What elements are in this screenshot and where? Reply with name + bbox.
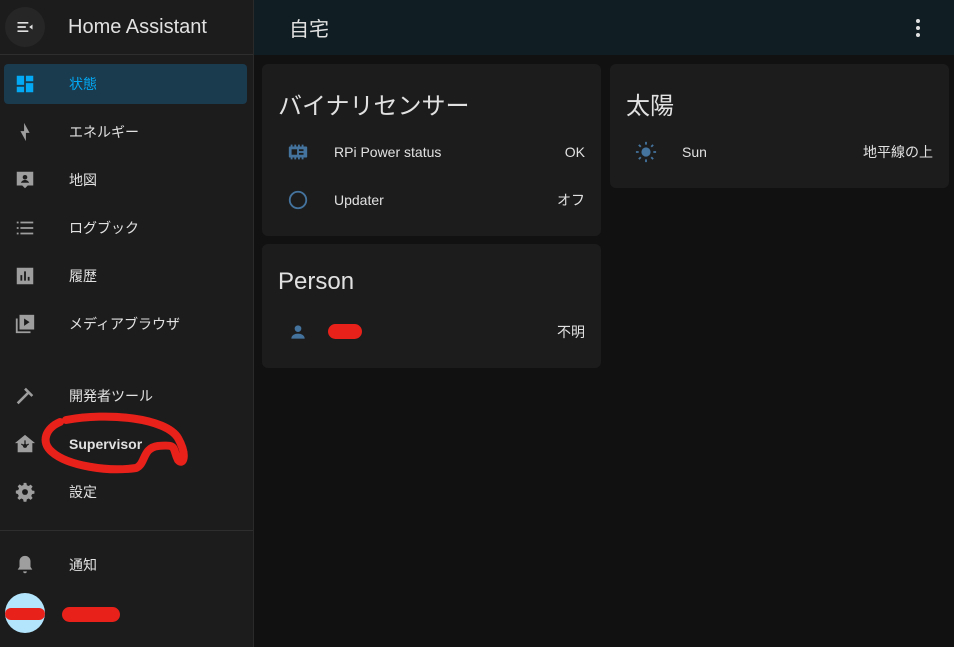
gear-icon bbox=[13, 480, 37, 504]
play-box-icon bbox=[13, 312, 37, 336]
entity-row-updater[interactable]: Updater オフ bbox=[262, 180, 601, 220]
sidebar-item-notifications[interactable]: 通知 bbox=[4, 545, 247, 585]
entity-state: 不明 bbox=[557, 324, 585, 340]
sidebar-item-label: 通知 bbox=[69, 557, 97, 573]
binary-sensor-card: バイナリセンサー RPi Power status OK Updater オフ bbox=[262, 64, 601, 236]
sidebar-item-media-browser[interactable]: メディアブラウザ bbox=[4, 304, 247, 344]
sidebar-item-states[interactable]: 状態 bbox=[4, 64, 247, 104]
card-title: Person bbox=[278, 268, 355, 295]
entity-name: RPi Power status bbox=[334, 144, 442, 160]
dots-vertical-icon bbox=[916, 19, 920, 37]
entity-name: Updater bbox=[334, 192, 384, 208]
sidebar: Home Assistant 状態 エネルギー 地図 ログブック 履歴 メディア… bbox=[0, 0, 254, 647]
sidebar-divider bbox=[0, 530, 253, 531]
bell-icon bbox=[13, 553, 37, 577]
map-icon bbox=[13, 168, 37, 192]
annotation-circle bbox=[41, 412, 188, 474]
dashboard-icon bbox=[13, 72, 37, 96]
sidebar-item-history[interactable]: 履歴 bbox=[4, 256, 247, 296]
sidebar-item-label: 設定 bbox=[69, 484, 97, 500]
person-card: Person 不明 bbox=[262, 244, 601, 368]
top-app-bar: 自宅 bbox=[254, 0, 954, 55]
sun-icon bbox=[634, 140, 658, 164]
sidebar-item-label: 状態 bbox=[69, 76, 97, 92]
person-icon bbox=[286, 320, 310, 344]
menu-toggle-button[interactable] bbox=[5, 7, 45, 47]
avatar bbox=[5, 593, 45, 633]
entity-state: 地平線の上 bbox=[863, 144, 933, 160]
entity-row-sun[interactable]: Sun 地平線の上 bbox=[610, 132, 949, 172]
sidebar-item-label: エネルギー bbox=[69, 124, 139, 140]
supervisor-home-icon bbox=[13, 432, 37, 456]
entity-row-person[interactable]: 不明 bbox=[262, 312, 601, 352]
list-icon bbox=[13, 216, 37, 240]
hammer-icon bbox=[13, 384, 37, 408]
app-title: Home Assistant bbox=[68, 15, 207, 38]
redaction-mark bbox=[62, 607, 120, 622]
sidebar-item-label: 開発者ツール bbox=[69, 388, 153, 404]
entity-row-rpi-power[interactable]: RPi Power status OK bbox=[262, 132, 601, 172]
sidebar-item-logbook[interactable]: ログブック bbox=[4, 208, 247, 248]
redaction-mark bbox=[5, 608, 45, 620]
raspberry-pi-icon bbox=[286, 140, 310, 164]
menu-collapse-icon bbox=[17, 22, 33, 32]
card-title: バイナリセンサー bbox=[278, 93, 470, 120]
chart-icon bbox=[13, 264, 37, 288]
sidebar-item-energy[interactable]: エネルギー bbox=[4, 112, 247, 152]
sidebar-item-label: 地図 bbox=[69, 172, 97, 188]
page-title: 自宅 bbox=[289, 19, 329, 41]
sun-card: 太陽 Sun 地平線の上 bbox=[610, 64, 949, 188]
entity-name: Sun bbox=[682, 144, 707, 160]
sidebar-item-label: メディアブラウザ bbox=[69, 316, 181, 332]
sidebar-item-map[interactable]: 地図 bbox=[4, 160, 247, 200]
user-profile[interactable] bbox=[5, 593, 245, 633]
redaction-mark bbox=[328, 324, 362, 339]
entity-state: オフ bbox=[557, 192, 585, 208]
lightning-bolt-icon bbox=[13, 120, 37, 144]
sidebar-header: Home Assistant bbox=[0, 0, 253, 55]
card-title: 太陽 bbox=[626, 93, 674, 120]
circle-outline-icon bbox=[286, 188, 310, 212]
entity-state: OK bbox=[564, 144, 585, 160]
sidebar-item-label: ログブック bbox=[69, 220, 139, 236]
overflow-menu-button[interactable] bbox=[906, 16, 930, 40]
sidebar-item-label: 履歴 bbox=[69, 268, 97, 284]
